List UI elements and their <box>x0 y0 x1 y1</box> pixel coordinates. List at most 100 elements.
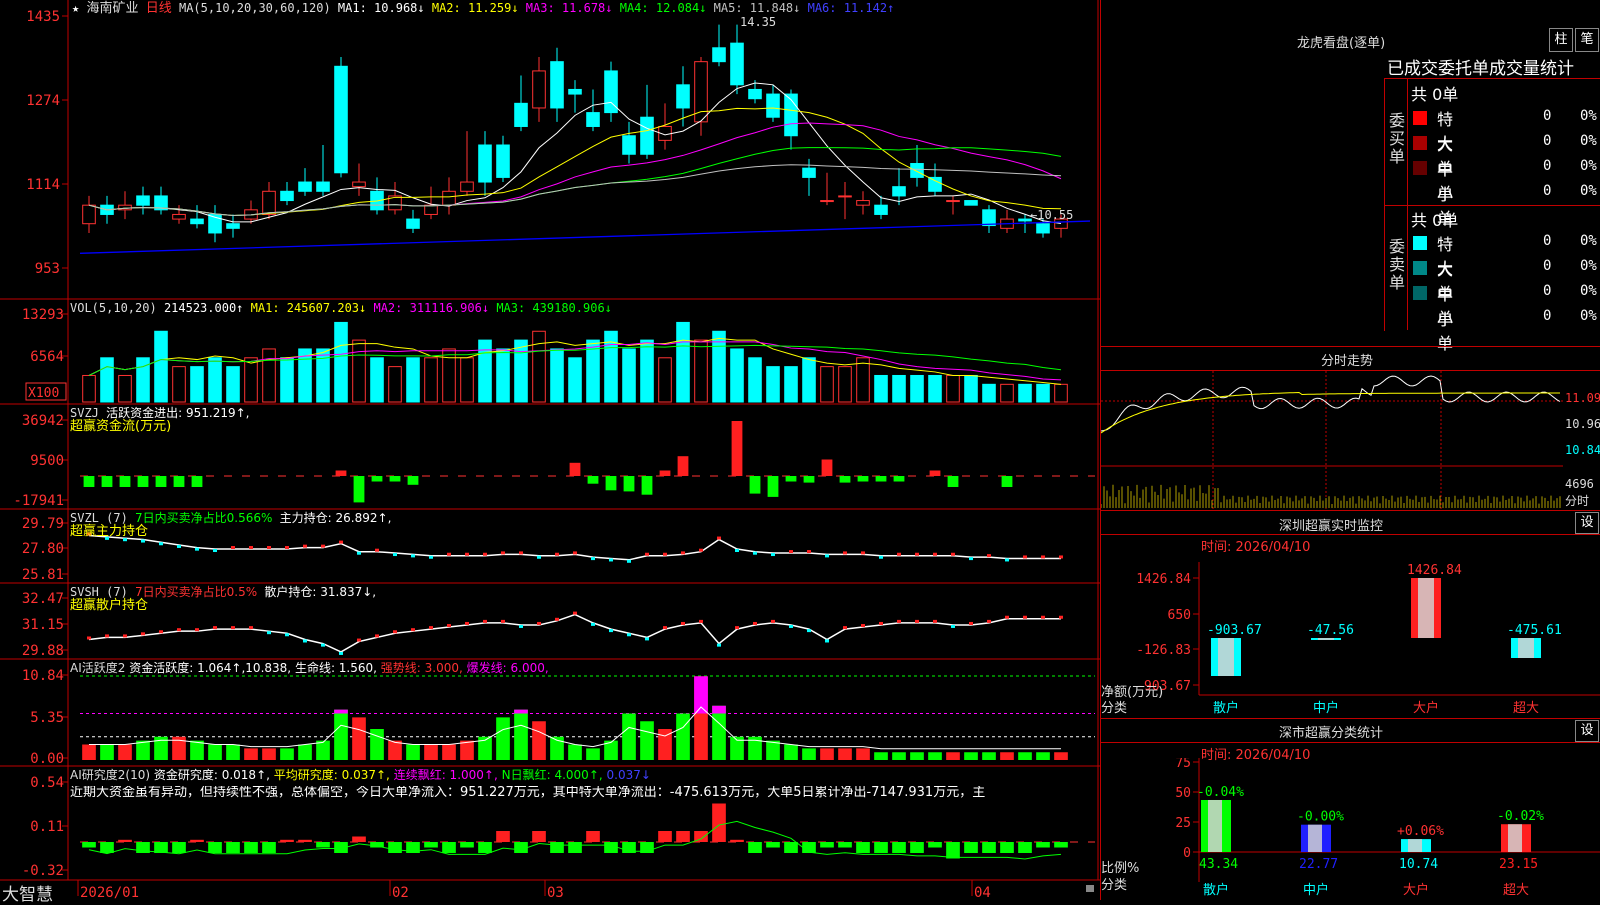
ai-bar <box>1018 752 1032 760</box>
svsh-tick <box>159 630 163 634</box>
volume-bar <box>658 357 672 403</box>
x-label-jan: 2026/01 <box>80 885 139 900</box>
ma-line <box>88 147 1062 216</box>
svzl-tick <box>1041 555 1045 559</box>
ai2-bar <box>442 842 456 853</box>
buy-row-swatch <box>1413 186 1427 200</box>
volume-bar <box>370 357 384 403</box>
y-label-svsh-2: 31.15 <box>22 617 64 633</box>
volume-bar <box>766 366 780 403</box>
volume-bar <box>388 366 402 403</box>
ai-bar <box>712 705 726 760</box>
svsh-tick <box>843 626 847 630</box>
y-label-svzl-1: 29.79 <box>22 516 64 532</box>
ai2-bar <box>460 842 474 848</box>
svsh-tick <box>735 626 739 630</box>
volume-bar <box>694 339 708 403</box>
ma6-value: MA6: 11.142↑ <box>807 1 895 15</box>
vol-ma1: MA1: 245607.203↓ <box>250 301 367 315</box>
svzl-tick <box>501 551 505 555</box>
ss-value-label: 23.15 <box>1499 857 1538 872</box>
candle-body <box>424 204 438 215</box>
svsh-tick <box>483 619 487 623</box>
volume-bar <box>820 366 834 403</box>
volume-bar <box>424 357 438 403</box>
main-panel-header: ★ 海南矿业 日线 MA(5,10,20,30,60,120) MA1: 10.… <box>72 1 894 16</box>
volume-bar <box>802 357 816 403</box>
ss-top-label: -0.02% <box>1497 809 1544 824</box>
volume-bar <box>262 348 276 403</box>
svsh-t2: 散户持仓: 31.837↓, <box>264 585 377 599</box>
ai-bar <box>262 748 276 760</box>
svzl-tick <box>825 554 829 558</box>
ai2-bar <box>496 831 510 842</box>
vol-ma2: MA2: 311116.906↓ <box>373 301 490 315</box>
svsh-tick <box>969 621 973 625</box>
kline-chart-area[interactable]: 1435 1274 1114 953 13293 6564 36942 9500… <box>0 0 1100 900</box>
ai2-bar <box>658 831 672 842</box>
svzj-bar <box>767 476 779 497</box>
y-label-main-3: 1114 <box>26 177 60 193</box>
y-label-svzj-1: 36942 <box>22 413 64 429</box>
y-label-svzj-2: 9500 <box>30 453 64 469</box>
volume-bar <box>154 330 168 403</box>
svsh-tick <box>573 611 577 615</box>
lock-icon[interactable] <box>1086 885 1094 892</box>
ai-bar <box>514 709 528 760</box>
candle-body <box>802 167 816 178</box>
y-axis-ticks <box>62 15 68 871</box>
volume-bar <box>532 330 546 403</box>
svzj-bar <box>119 476 131 487</box>
svsh-tick <box>897 619 901 623</box>
svzl-tick <box>159 542 163 546</box>
svsh-tick <box>951 624 955 628</box>
tick-mode-button[interactable]: 笔 <box>1575 28 1599 52</box>
svsh-tick <box>591 622 595 626</box>
sell-row-percent: 0% <box>1580 283 1597 299</box>
ai2-bar <box>316 842 330 848</box>
sz-bar-highlight <box>1218 638 1234 677</box>
y-label-svzj-3: -17941 <box>13 493 64 509</box>
svzl-tick <box>411 554 415 558</box>
svzl-tick <box>573 551 577 555</box>
ai-bar <box>370 729 384 760</box>
svzj-bar <box>587 476 599 484</box>
star-icon[interactable]: ★ <box>72 1 79 15</box>
volume-bar <box>244 357 258 403</box>
svzl-tick <box>717 536 721 540</box>
sell-row-count: 0 <box>1543 258 1552 274</box>
y-label-ai-3: 0.00 <box>30 751 64 767</box>
vol-name: VOL(5,10,20) <box>70 301 157 315</box>
sz-cat-label: 散户 <box>1213 700 1239 716</box>
ai2-bar <box>388 842 402 853</box>
volume-bar <box>172 366 186 403</box>
svsh-tick <box>519 624 523 628</box>
volume-bar <box>496 348 510 403</box>
ai-bar <box>766 740 780 760</box>
ma5-value: MA5: 11.848↓ <box>713 1 801 15</box>
svzl-tick <box>735 549 739 552</box>
ai2-t4: N日飘红: 4.000↑, <box>501 768 603 782</box>
ai-bar <box>82 744 96 760</box>
ai2-bar <box>784 842 798 853</box>
sz-settings-button[interactable]: 设 <box>1575 512 1599 534</box>
bar-mode-button[interactable]: 柱 <box>1549 28 1573 52</box>
svzj-bar <box>101 476 113 487</box>
volume-bar <box>460 357 474 403</box>
svzj-bar <box>371 476 383 482</box>
ss-bar-highlight <box>1508 824 1522 852</box>
period-label[interactable]: 日线 <box>146 1 172 16</box>
ss-settings-button[interactable]: 设 <box>1575 720 1599 742</box>
svzl-tick <box>861 551 865 555</box>
svsh-tick <box>321 643 325 647</box>
svzl-panel-header: SVZL (7) 7日内买卖净占比0.566% 主力持仓: 26.892↑, <box>70 511 391 525</box>
candle-body <box>928 176 942 192</box>
ss-y-label: 50 <box>1175 786 1191 801</box>
intraday-chart[interactable] <box>1101 371 1600 509</box>
candle-body <box>712 47 726 63</box>
ma-line <box>88 107 1062 216</box>
ai-bar <box>280 748 294 760</box>
ai2-bar <box>424 842 438 848</box>
svsh-tick <box>663 626 667 630</box>
sell-row-count: 0 <box>1543 233 1552 249</box>
